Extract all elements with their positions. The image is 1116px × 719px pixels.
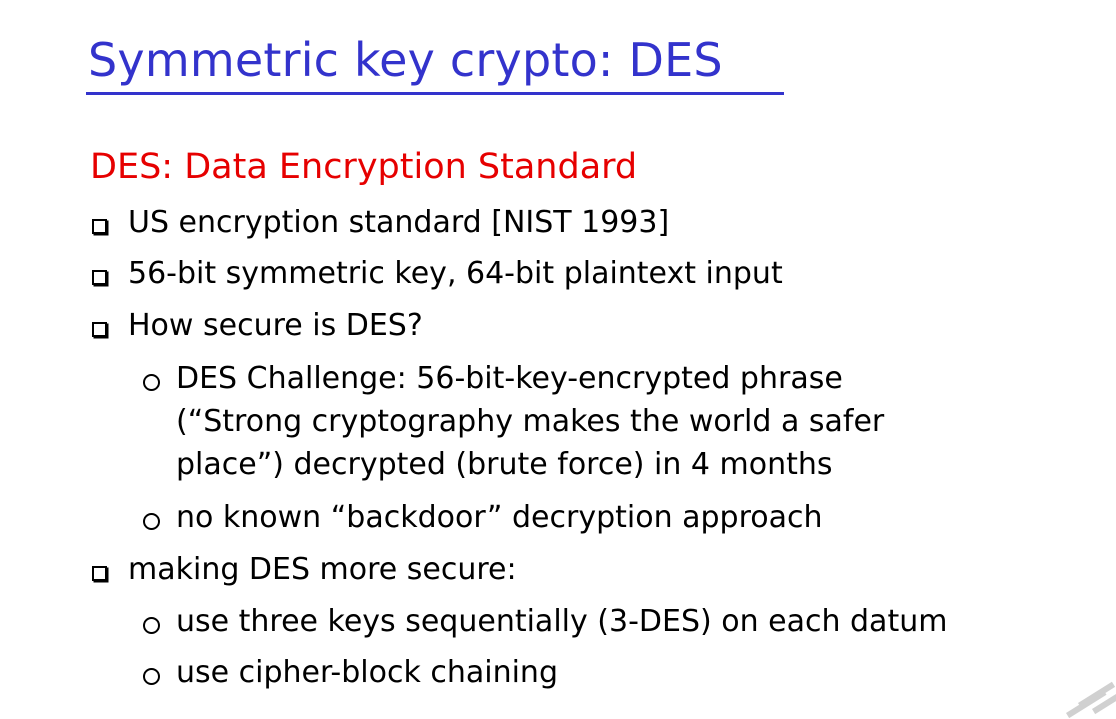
sub-bullet-line: no known “backdoor” decryption approach bbox=[176, 500, 823, 535]
sub-bullet-line: use cipher-block chaining bbox=[176, 655, 558, 690]
slide: Symmetric key crypto: DES DES: Data Encr… bbox=[0, 0, 1116, 719]
square-bullet-icon bbox=[92, 322, 107, 337]
bullet-line: making DES more secure: bbox=[128, 552, 517, 587]
sub-bullet-line: (“Strong cryptography makes the world a … bbox=[176, 404, 885, 439]
title-underline bbox=[86, 92, 784, 95]
bullet-line: 56-bit symmetric key, 64-bit plaintext i… bbox=[128, 256, 783, 291]
circle-bullet-icon bbox=[143, 668, 160, 685]
circle-bullet-icon bbox=[143, 513, 160, 530]
sub-bullet-line: use three keys sequentially (3-DES) on e… bbox=[176, 604, 948, 639]
circle-bullet-icon bbox=[143, 374, 160, 391]
slide-title: Symmetric key crypto: DES bbox=[88, 33, 723, 87]
sub-bullet-line: place”) decrypted (brute force) in 4 mon… bbox=[176, 447, 833, 482]
square-bullet-icon bbox=[92, 566, 107, 581]
corner-decoration-icon bbox=[1006, 679, 1116, 719]
circle-bullet-icon bbox=[143, 617, 160, 634]
square-bullet-icon bbox=[92, 219, 107, 234]
slide-subtitle: DES: Data Encryption Standard bbox=[90, 147, 638, 187]
square-bullet-icon bbox=[92, 270, 107, 285]
sub-bullet-line: DES Challenge: 56-bit-key-encrypted phra… bbox=[176, 361, 843, 396]
bullet-line: US encryption standard [NIST 1993] bbox=[128, 205, 670, 240]
bullet-line: How secure is DES? bbox=[128, 308, 423, 343]
